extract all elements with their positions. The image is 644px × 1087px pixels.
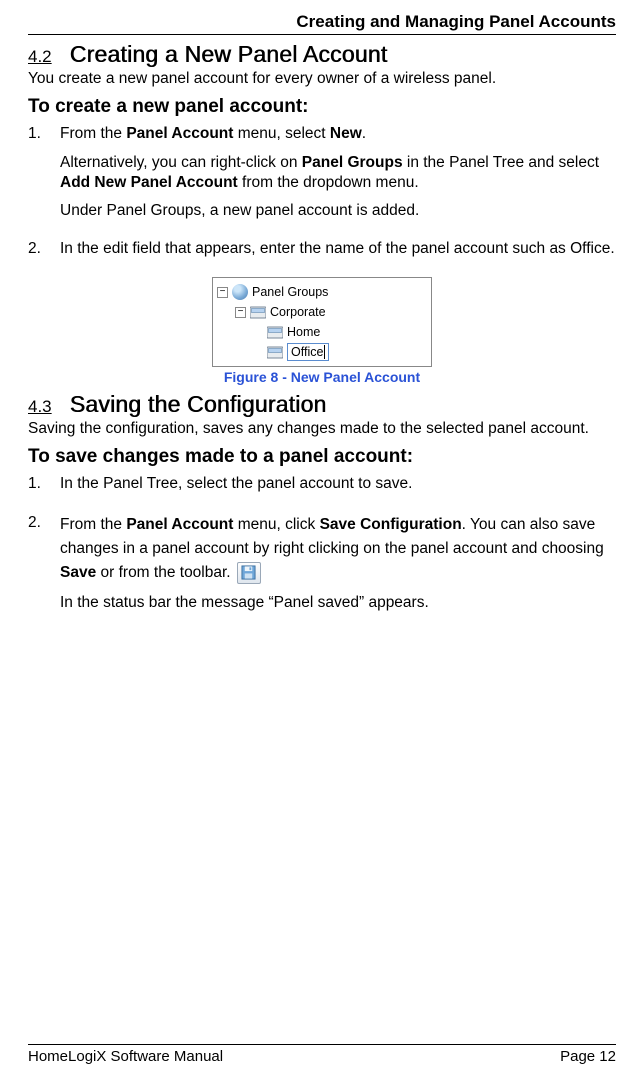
edit-value[interactable]: Office — [291, 345, 323, 359]
figure-caption: Figure 8 - New Panel Account — [28, 369, 616, 385]
section-number: 4.2 — [28, 47, 52, 67]
tree-label: Panel Groups — [252, 285, 328, 299]
step-2: 2. From the Panel Account menu, click Sa… — [28, 513, 616, 621]
section-title: Saving the Configuration — [70, 391, 327, 418]
step-result: Under Panel Groups, a new panel account … — [60, 201, 616, 221]
panel-tree-screenshot: − Panel Groups − Corporate Home Office​ — [212, 277, 432, 367]
tree-label: Home — [287, 325, 320, 339]
panel-icon — [267, 345, 283, 359]
step-2: 2. In the edit field that appears, enter… — [28, 239, 616, 267]
section-title: Creating a New Panel Account — [70, 41, 388, 68]
text: From the — [60, 125, 126, 142]
tree-label: Corporate — [270, 305, 326, 319]
tree-row-office-editing: Office​ — [217, 342, 423, 362]
tree-row-home: Home — [217, 322, 423, 342]
step-alt-text: Alternatively, you can right-click on Pa… — [60, 153, 616, 193]
page-footer: HomeLogiX Software Manual Page 12 — [28, 1044, 616, 1065]
bold-text: Add New Panel Account — [60, 174, 238, 191]
steps-list-43: 1. In the Panel Tree, select the panel a… — [28, 474, 616, 620]
text: in the Panel Tree and select — [403, 154, 599, 171]
footer-page-number: Page 12 — [560, 1048, 616, 1065]
bold-text: Panel Groups — [302, 154, 403, 171]
floppy-disk-icon — [241, 565, 256, 580]
step-text: In the edit field that appears, enter th… — [60, 239, 616, 259]
text: Alternatively, you can right-click on — [60, 154, 302, 171]
step-number: 1. — [28, 474, 46, 502]
collapse-icon: − — [217, 287, 228, 298]
text: from the dropdown menu. — [238, 174, 419, 191]
bold-text: Panel Account — [126, 125, 233, 142]
steps-list: 1. From the Panel Account menu, select N… — [28, 124, 616, 267]
step-1: 1. In the Panel Tree, select the panel a… — [28, 474, 616, 502]
step-result: In the status bar the message “Panel sav… — [60, 593, 616, 613]
step-text: From the Panel Account menu, click Save … — [60, 513, 616, 585]
section-intro: You create a new panel account for every… — [28, 69, 616, 88]
bold-text: New — [330, 125, 362, 142]
text: menu, click — [233, 516, 319, 533]
name-edit-field[interactable]: Office​ — [287, 343, 329, 361]
step-number: 2. — [28, 239, 46, 267]
section-number: 4.3 — [28, 397, 52, 417]
task-heading: To create a new panel account: — [28, 96, 616, 118]
page-header-title: Creating and Managing Panel Accounts — [28, 12, 616, 35]
step-1: 1. From the Panel Account menu, select N… — [28, 124, 616, 229]
collapse-icon: − — [235, 307, 246, 318]
section-heading-4-3: 4.3 Saving the Configuration — [28, 391, 616, 418]
panel-icon — [250, 305, 266, 319]
bold-text: Panel Account — [126, 516, 233, 533]
globe-icon — [232, 284, 248, 300]
panel-icon — [267, 325, 283, 339]
section-heading-4-2: 4.2 Creating a New Panel Account — [28, 41, 616, 68]
text: or from the toolbar. — [96, 564, 235, 581]
tree-row-corporate: − Corporate — [217, 302, 423, 322]
step-number: 1. — [28, 124, 46, 229]
text: menu, select — [233, 125, 330, 142]
footer-manual-name: HomeLogiX Software Manual — [28, 1048, 223, 1065]
step-text: From the Panel Account menu, select New. — [60, 124, 616, 144]
task-heading: To save changes made to a panel account: — [28, 446, 616, 468]
step-text: In the Panel Tree, select the panel acco… — [60, 474, 616, 494]
tree-row-root: − Panel Groups — [217, 282, 423, 302]
text: . — [362, 125, 366, 142]
figure-8: − Panel Groups − Corporate Home Office​ … — [28, 277, 616, 385]
text: From the — [60, 516, 126, 533]
bold-text: Save Configuration — [320, 516, 462, 533]
bold-text: Save — [60, 564, 96, 581]
section-intro: Saving the configuration, saves any chan… — [28, 419, 616, 438]
step-number: 2. — [28, 513, 46, 621]
save-toolbar-button[interactable] — [237, 562, 261, 584]
